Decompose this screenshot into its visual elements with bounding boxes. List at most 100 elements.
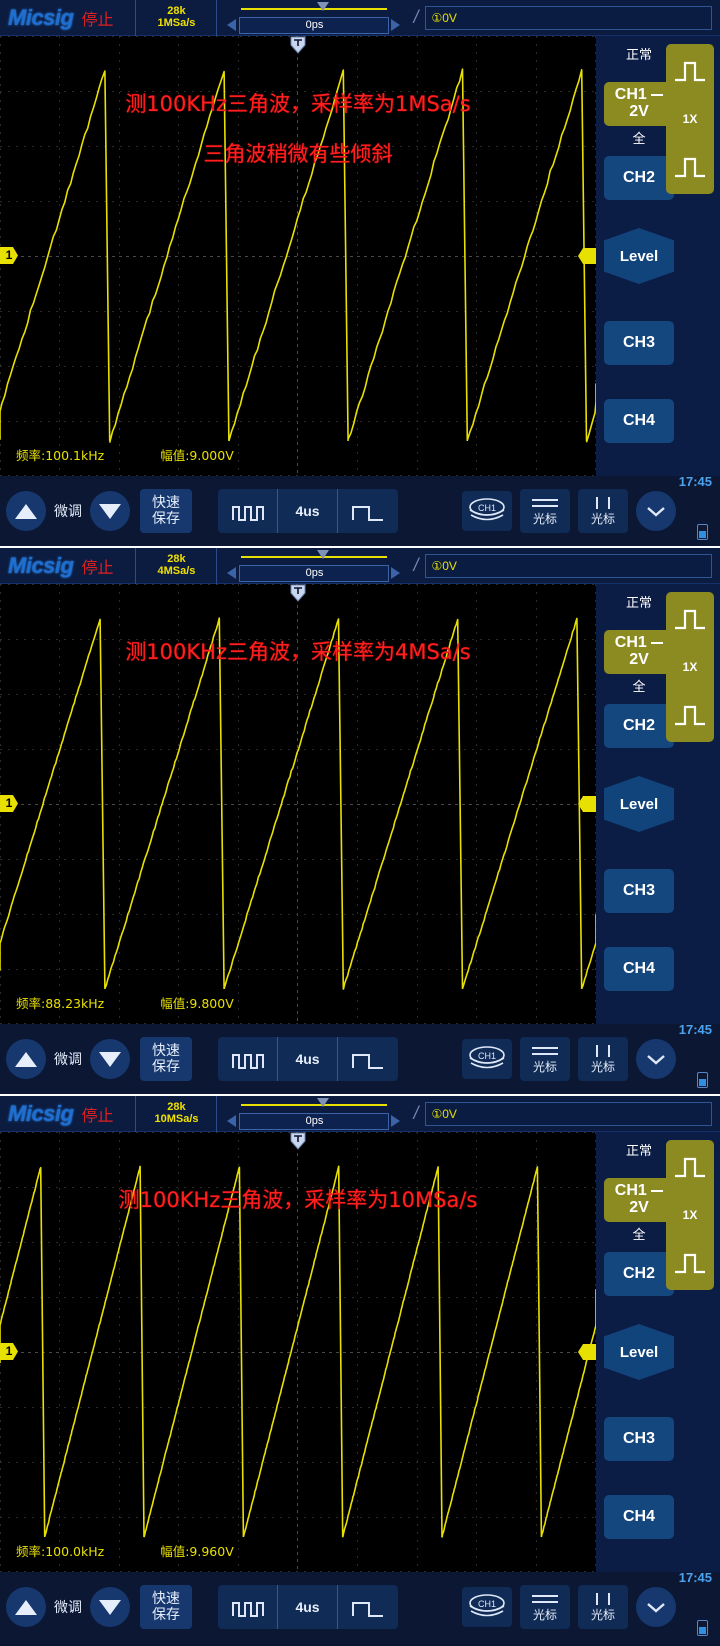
vertical-cursor-button[interactable]: 光标 (578, 1585, 628, 1629)
memory-depth-block[interactable]: 28k 4MSa/s (135, 548, 218, 584)
trigger-mode-label[interactable]: 正常 (606, 44, 672, 63)
scroll-left-arrow-icon[interactable] (227, 1114, 237, 1127)
waveform-display[interactable]: 测100KHz三角波，采样率为1MSa/s 三角波稍微有些倾斜 1 频率:100… (0, 36, 596, 476)
increase-button[interactable] (6, 1587, 46, 1627)
ch4-button[interactable]: CH4 (604, 1495, 674, 1539)
trigger-position-control[interactable]: 0ps (221, 548, 407, 584)
rising-edge-icon[interactable] (673, 606, 707, 632)
probe-settings-group[interactable]: 1X (666, 1140, 714, 1290)
probe-settings-group[interactable]: 1X (666, 592, 714, 742)
increase-button[interactable] (6, 491, 46, 531)
trigger-level-button[interactable]: Level (604, 776, 674, 832)
trigger-position-marker-icon (317, 1097, 330, 1107)
waveform-display[interactable]: 测100KHz三角波，采样率为10MSa/s 1 频率:100.0kHz 幅值:9… (0, 1132, 596, 1572)
falling-edge-icon[interactable] (673, 1250, 707, 1276)
scroll-left-arrow-icon[interactable] (227, 18, 237, 31)
trigger-position-value[interactable]: 0ps (239, 564, 390, 582)
probe-settings-group[interactable]: 1X (666, 44, 714, 194)
right-sidebar: 正常 CH1 2V 全 CH2 Level CH3 CH4 1X (596, 584, 720, 1024)
trigger-position-control[interactable]: 0ps (221, 1096, 407, 1132)
scroll-right-arrow-icon[interactable] (391, 566, 401, 579)
fine-tune-label[interactable]: 微调 (54, 1597, 82, 1617)
probe-ratio-label[interactable]: 1X (683, 1208, 698, 1222)
decrease-button[interactable] (90, 491, 130, 531)
zoom-in-timebase-button[interactable] (338, 489, 398, 533)
ch3-button[interactable]: CH3 (604, 869, 674, 913)
rising-edge-icon[interactable] (673, 58, 707, 84)
scroll-right-arrow-icon[interactable] (391, 18, 401, 31)
quick-save-button[interactable]: 快速 保存 (140, 489, 192, 533)
wide-pulse-icon (352, 506, 383, 521)
zoom-in-timebase-button[interactable] (338, 1585, 398, 1629)
horizontal-cursor-button[interactable]: 光标 (520, 489, 570, 533)
memory-depth-value: 28k (167, 552, 186, 565)
horizontal-cursor-button[interactable]: 光标 (520, 1037, 570, 1081)
chevron-down-icon (647, 1055, 665, 1065)
decrease-button[interactable] (90, 1039, 130, 1079)
clock-label: 17:45 (678, 1570, 712, 1585)
bandwidth-label[interactable]: 全 (606, 1224, 672, 1243)
trigger-position-value[interactable]: 0ps (239, 16, 390, 34)
ch1-button[interactable]: CH1 2V (604, 82, 674, 126)
run-state-label[interactable]: 停止 (81, 6, 113, 30)
channel-select-button[interactable]: CH1 (462, 1587, 512, 1627)
ch4-button[interactable]: CH4 (604, 399, 674, 443)
falling-edge-icon[interactable] (673, 154, 707, 180)
decrease-button[interactable] (90, 1587, 130, 1627)
quick-save-button[interactable]: 快速 保存 (140, 1037, 192, 1081)
fine-tune-label[interactable]: 微调 (54, 1049, 82, 1069)
trigger-level-button[interactable]: Level (604, 228, 674, 284)
chevron-down-icon (647, 1603, 665, 1613)
ch1-button[interactable]: CH1 2V (604, 630, 674, 674)
trigger-level-field[interactable]: ①0V (424, 5, 712, 30)
channel-select-button[interactable]: CH1 (462, 1039, 512, 1079)
channel-select-button[interactable]: CH1 (462, 491, 512, 531)
measurement-readout: 频率:88.23kHz 幅值:9.800V (16, 993, 234, 1012)
probe-ratio-label[interactable]: 1X (683, 660, 698, 674)
scroll-left-arrow-icon[interactable] (227, 566, 237, 579)
expand-toolbar-button[interactable] (636, 1587, 676, 1627)
scroll-right-arrow-icon[interactable] (391, 1114, 401, 1127)
trigger-position-control[interactable]: 0ps (221, 0, 407, 36)
run-state-label[interactable]: 停止 (81, 1102, 113, 1126)
trigger-mode-label[interactable]: 正常 (606, 1140, 672, 1159)
timebase-value[interactable]: 4us (278, 489, 338, 533)
vertical-cursor-button[interactable]: 光标 (578, 1037, 628, 1081)
expand-toolbar-button[interactable] (636, 491, 676, 531)
fine-tune-label[interactable]: 微调 (54, 501, 82, 521)
ch1-button[interactable]: CH1 2V (604, 1178, 674, 1222)
trigger-level-button[interactable]: Level (604, 1324, 674, 1380)
trigger-level-field[interactable]: ①0V (424, 1101, 712, 1126)
ch3-button[interactable]: CH3 (604, 1417, 674, 1461)
probe-ratio-label[interactable]: 1X (683, 112, 698, 126)
memory-depth-block[interactable]: 28k 10MSa/s (135, 1096, 218, 1132)
timebase-value[interactable]: 4us (278, 1037, 338, 1081)
ch3-button[interactable]: CH3 (604, 321, 674, 365)
ch4-button[interactable]: CH4 (604, 947, 674, 991)
zoom-in-timebase-button[interactable] (338, 1037, 398, 1081)
timebase-value[interactable]: 4us (278, 1585, 338, 1629)
waveform-display[interactable]: 测100KHz三角波，采样率为4MSa/s 1 频率:88.23kHz 幅值:9.… (0, 584, 596, 1024)
zoom-out-timebase-button[interactable] (218, 1037, 278, 1081)
zoom-out-timebase-button[interactable] (218, 1585, 278, 1629)
trigger-level-field[interactable]: ①0V (424, 553, 712, 578)
rising-edge-icon[interactable] (673, 1154, 707, 1180)
ch2-button[interactable]: CH2 (604, 156, 674, 200)
bandwidth-label[interactable]: 全 (606, 128, 672, 147)
ch2-button[interactable]: CH2 (604, 704, 674, 748)
zoom-out-timebase-button[interactable] (218, 489, 278, 533)
quick-save-button[interactable]: 快速 保存 (140, 1585, 192, 1629)
trigger-position-value[interactable]: 0ps (239, 1112, 390, 1130)
increase-button[interactable] (6, 1039, 46, 1079)
expand-toolbar-button[interactable] (636, 1039, 676, 1079)
run-state-label[interactable]: 停止 (81, 554, 113, 578)
falling-edge-icon[interactable] (673, 702, 707, 728)
trigger-mode-label[interactable]: 正常 (606, 592, 672, 611)
bandwidth-label[interactable]: 全 (606, 676, 672, 695)
horizontal-cursor-button[interactable]: 光标 (520, 1585, 570, 1629)
horizontal-cursor-label: 光标 (532, 511, 557, 526)
brand-logo: Micsig (8, 552, 74, 578)
memory-depth-block[interactable]: 28k 1MSa/s (135, 0, 218, 36)
vertical-cursor-button[interactable]: 光标 (578, 489, 628, 533)
ch2-button[interactable]: CH2 (604, 1252, 674, 1296)
